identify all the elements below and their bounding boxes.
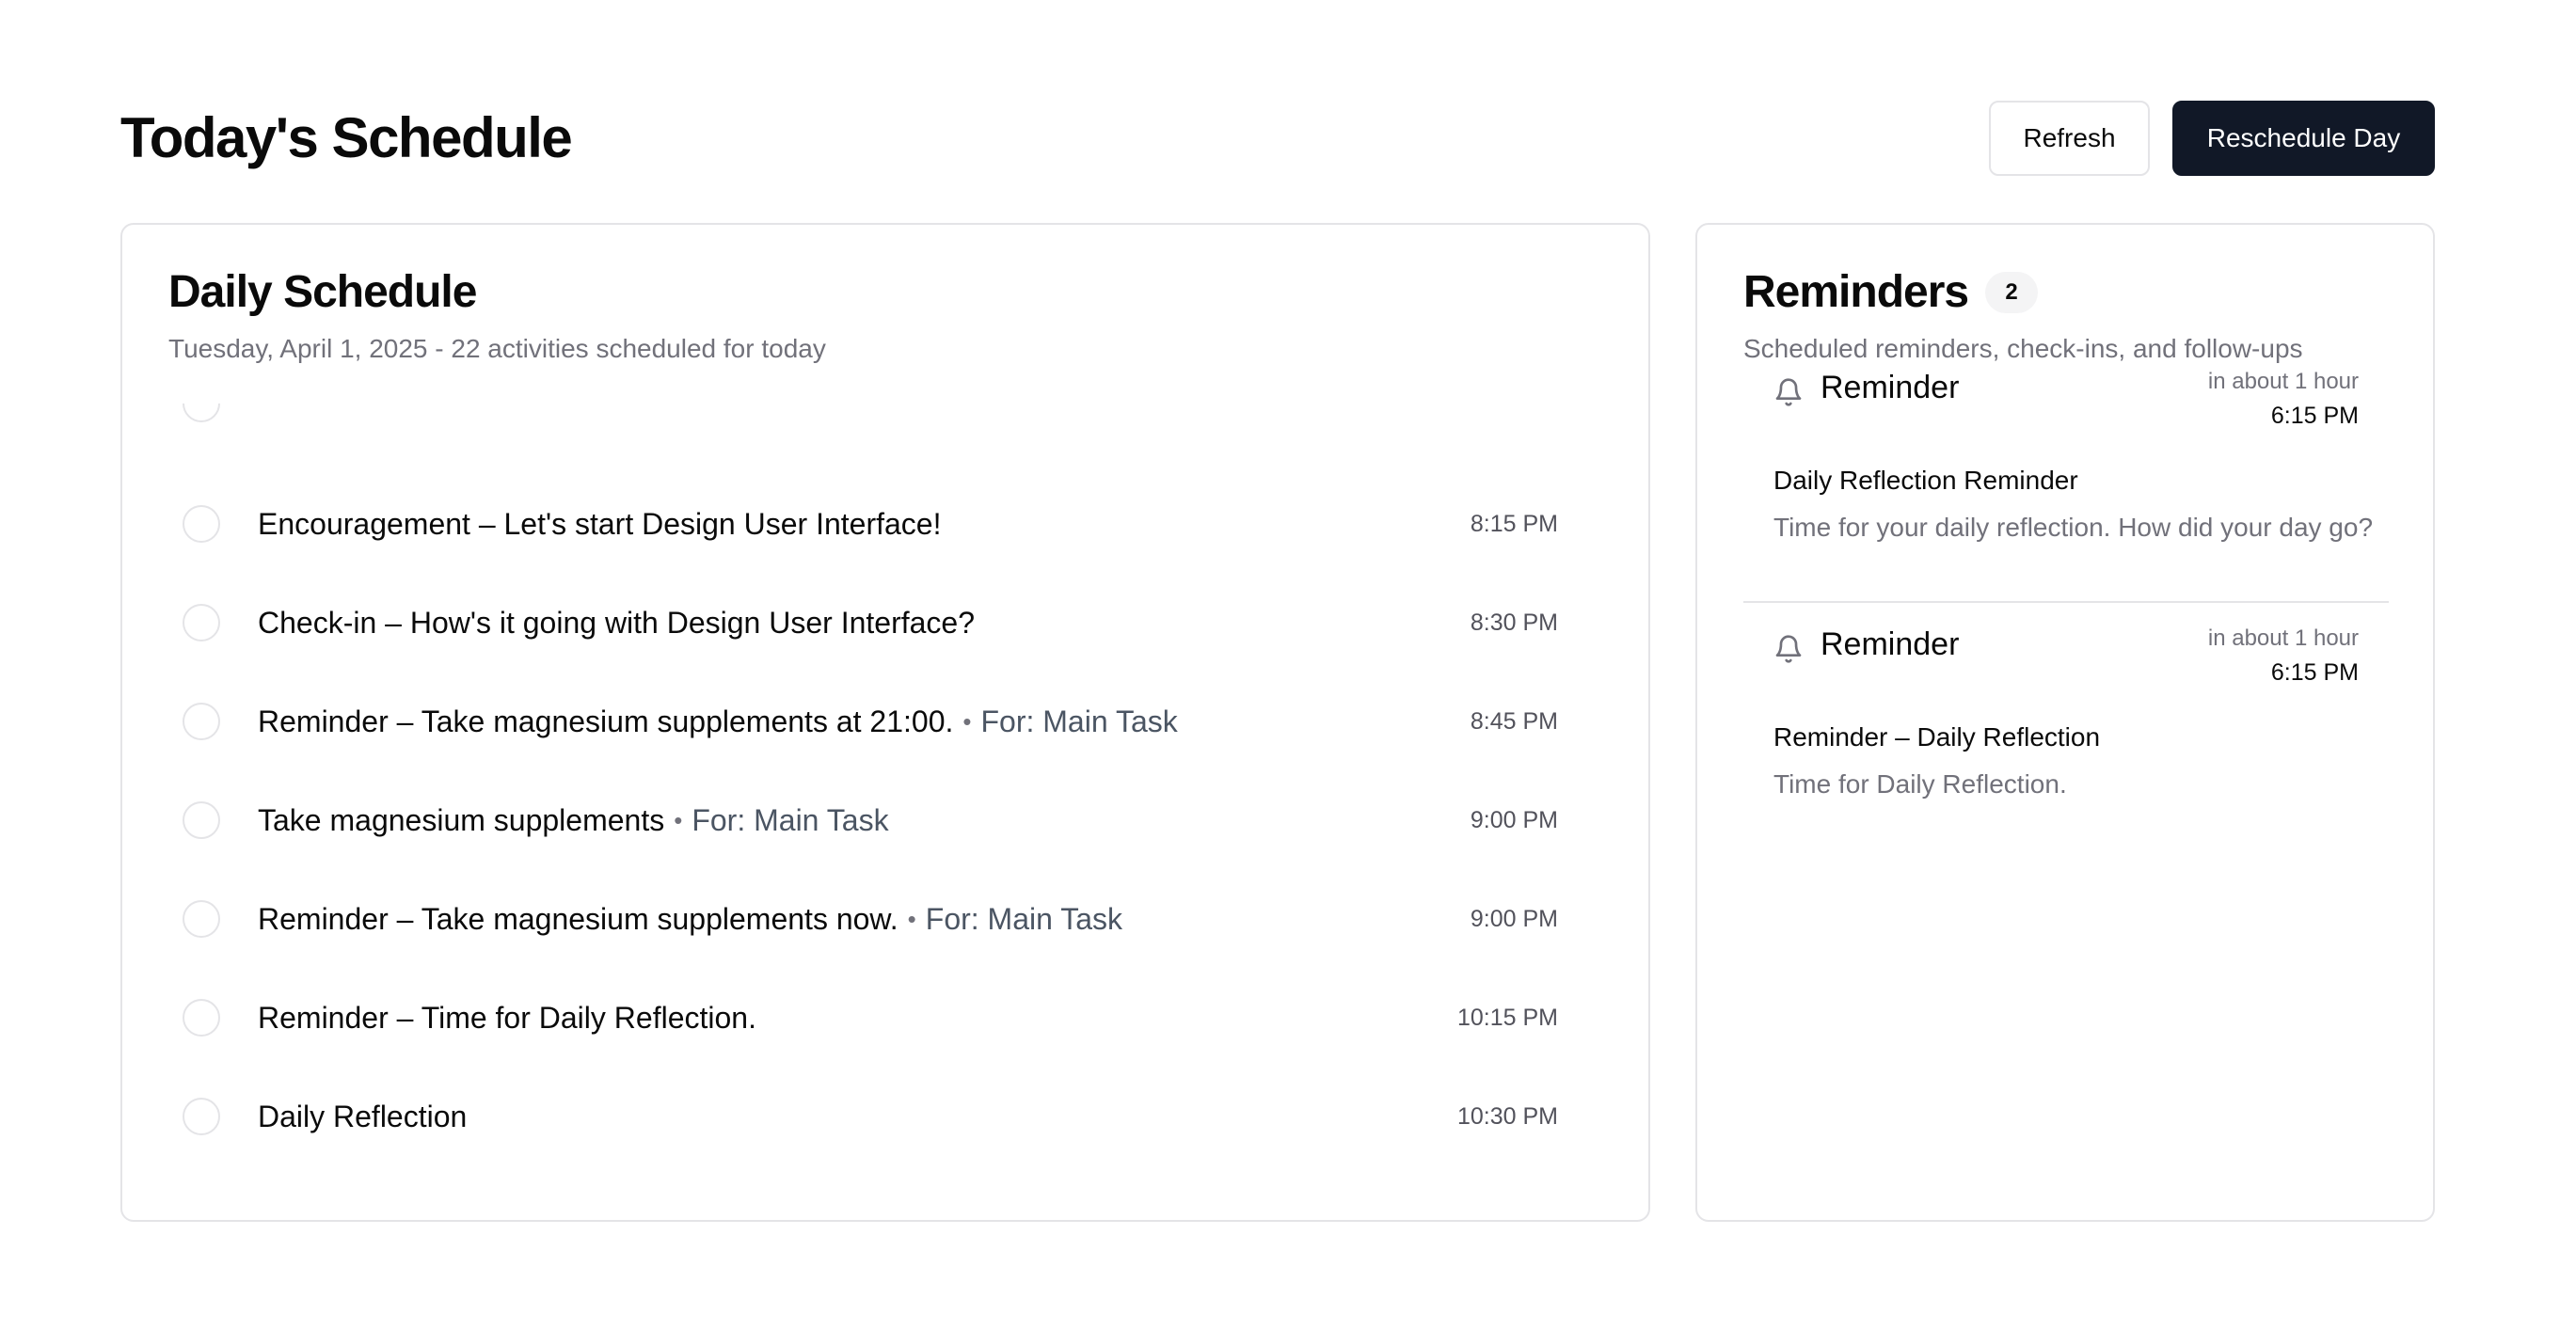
schedule-item-time: 10:15 PM xyxy=(1456,1004,1558,1031)
schedule-item-title: Daily Reflection xyxy=(258,1099,468,1133)
complete-checkbox[interactable] xyxy=(183,801,220,839)
schedule-item-time: 10:30 PM xyxy=(1456,1102,1558,1130)
reminder-relative-time: in about 1 hour xyxy=(2207,625,2359,651)
page-header: Today's Schedule Refresh Reschedule Day xyxy=(120,101,2435,176)
schedule-item-title: Reminder – Take magnesium supplements at… xyxy=(258,704,954,738)
schedule-item-title: Check-in – How's it going with Design Us… xyxy=(258,605,975,640)
complete-checkbox[interactable] xyxy=(183,604,220,641)
reminders-card: Reminders 2 Scheduled reminders, check-i… xyxy=(1695,223,2435,1222)
schedule-item-parent: For: Main Task xyxy=(692,802,889,837)
schedule-item-parent: For: Main Task xyxy=(980,704,1178,738)
reminder-time: 6:15 PM xyxy=(2270,659,2359,686)
reminder-when: in about 1 hour 6:15 PM xyxy=(2208,366,2359,434)
daily-schedule-header: Daily Schedule Tuesday, April 1, 2025 - … xyxy=(168,270,826,364)
header-actions: Refresh Reschedule Day xyxy=(1989,101,2435,176)
schedule-item-parent: For: Main Task xyxy=(925,901,1123,936)
schedule-item[interactable]: Check-in – How's it going with Design Us… xyxy=(183,594,1558,651)
complete-checkbox[interactable] xyxy=(183,999,220,1037)
reminder-time: 6:15 PM xyxy=(2270,403,2359,429)
schedule-item[interactable]: Take magnesium supplements • For: Main T… xyxy=(183,792,1558,848)
bell-icon xyxy=(1775,378,1802,406)
reminder-title: Daily Reflection Reminder xyxy=(1773,466,2078,495)
complete-checkbox[interactable] xyxy=(183,1098,220,1135)
refresh-button[interactable]: Refresh xyxy=(1989,101,2150,176)
separator-dot: • xyxy=(674,805,683,834)
schedule-item-time: 8:15 PM xyxy=(1470,510,1558,537)
schedule-item-time: 8:45 PM xyxy=(1470,707,1558,735)
schedule-item[interactable]: Reminder – Take magnesium supplements at… xyxy=(183,693,1558,750)
schedule-item-title: Take magnesium supplements xyxy=(258,802,665,837)
reminder-description: Time for your daily reflection. How did … xyxy=(1773,513,2374,542)
schedule-list[interactable]: Encouragement – Let's start Design User … xyxy=(122,404,1648,1212)
scrolled-off-item xyxy=(183,404,220,422)
page-title: Today's Schedule xyxy=(120,106,573,169)
schedule-item[interactable]: Reminder – Time for Daily Reflection. 10… xyxy=(183,990,1558,1046)
bell-icon xyxy=(1775,635,1802,663)
complete-checkbox[interactable] xyxy=(183,703,220,740)
reminder-description: Time for Daily Reflection. xyxy=(1773,769,2067,799)
schedule-item-title: Reminder – Take magnesium supplements no… xyxy=(258,901,898,936)
reminder-item-header: Reminder in about 1 hour 6:15 PM xyxy=(1743,345,2389,429)
schedule-item[interactable]: Reminder – Take magnesium supplements no… xyxy=(183,891,1558,947)
reminder-title: Reminder – Daily Reflection xyxy=(1773,722,2101,752)
reminders-title-row: Reminders 2 xyxy=(1743,270,2303,315)
schedule-item[interactable]: Daily Reflection 10:30 PM xyxy=(183,1088,1558,1145)
schedule-item-time: 8:30 PM xyxy=(1470,609,1558,636)
reminders-title: Reminders xyxy=(1743,267,1969,317)
daily-schedule-subtitle: Tuesday, April 1, 2025 - 22 activities s… xyxy=(168,334,826,363)
reminder-type: Reminder xyxy=(1821,626,1960,662)
cards-row: Daily Schedule Tuesday, April 1, 2025 - … xyxy=(120,223,2435,1222)
schedule-item-time: 9:00 PM xyxy=(1470,806,1558,833)
daily-schedule-title: Daily Schedule xyxy=(168,267,477,317)
schedule-item[interactable]: Encouragement – Let's start Design User … xyxy=(183,496,1558,552)
reminder-item[interactable]: Reminder in about 1 hour 6:15 PM Daily R… xyxy=(1743,345,2389,599)
reminder-relative-time: in about 1 hour xyxy=(2207,369,2359,394)
reschedule-day-button[interactable]: Reschedule Day xyxy=(2172,101,2435,176)
complete-checkbox[interactable] xyxy=(183,505,220,543)
reminder-item-header: Reminder in about 1 hour 6:15 PM xyxy=(1743,602,2389,686)
reminder-item[interactable]: Reminder in about 1 hour 6:15 PM Reminde… xyxy=(1743,602,2389,828)
reminders-count-badge: 2 xyxy=(1985,272,2039,313)
schedule-item-time: 9:00 PM xyxy=(1470,905,1558,932)
schedule-item-title: Encouragement – Let's start Design User … xyxy=(258,506,942,541)
reminder-when: in about 1 hour 6:15 PM xyxy=(2208,623,2359,690)
reminder-type: Reminder xyxy=(1821,370,1960,405)
separator-dot: • xyxy=(907,904,916,933)
daily-schedule-card: Daily Schedule Tuesday, April 1, 2025 - … xyxy=(120,223,1650,1222)
complete-checkbox[interactable] xyxy=(183,900,220,938)
schedule-item-title: Reminder – Time for Daily Reflection. xyxy=(258,1000,756,1035)
schedule-page: Today's Schedule Refresh Reschedule Day … xyxy=(120,101,2435,1222)
separator-dot: • xyxy=(962,706,972,736)
